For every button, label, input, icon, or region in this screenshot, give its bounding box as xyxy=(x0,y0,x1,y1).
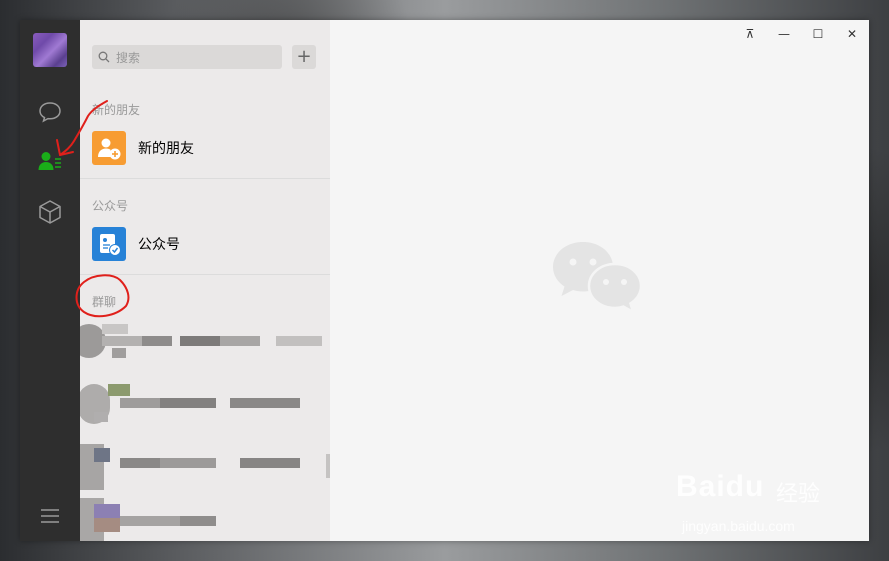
avatar[interactable] xyxy=(33,33,67,67)
watermark-cn: 经验 xyxy=(776,482,821,507)
watermark-brand: Baidu xyxy=(676,470,765,503)
chat-icon[interactable] xyxy=(36,98,64,126)
watermark-url: jingyan.baidu.com xyxy=(682,518,795,534)
contacts-list-panel: 搜索 + 新的朋友 新的朋友 公众号 公众号 群聊 xyxy=(80,20,330,541)
nav-sidebar xyxy=(20,20,80,541)
wechat-logo-icon xyxy=(551,238,647,322)
favorites-icon[interactable] xyxy=(36,198,64,226)
list-item-label: 公众号 xyxy=(138,237,180,253)
maximize-button[interactable]: ☐ xyxy=(808,26,828,42)
search-placeholder: 搜索 xyxy=(116,50,141,65)
wechat-window: 搜索 + 新的朋友 新的朋友 公众号 公众号 群聊 ⊼ — ☐ ✕ xyxy=(20,20,869,541)
search-input[interactable]: 搜索 xyxy=(92,45,282,69)
close-button[interactable]: ✕ xyxy=(842,26,862,42)
add-friend-icon xyxy=(92,131,126,165)
divider xyxy=(80,274,330,275)
list-item-group[interactable] xyxy=(80,498,330,541)
baidu-jingyan-watermark: Baidu 经验 jingyan.baidu.com xyxy=(676,470,846,542)
list-item-new-friends[interactable]: 新的朋友 xyxy=(80,116,330,180)
contacts-icon[interactable] xyxy=(36,147,64,175)
list-item-group[interactable] xyxy=(80,440,330,496)
list-item-group[interactable] xyxy=(80,380,330,436)
list-item-label: 新的朋友 xyxy=(138,141,194,157)
list-item-official-accounts[interactable]: 公众号 xyxy=(80,212,330,276)
list-item-group[interactable] xyxy=(80,318,330,374)
pin-button[interactable]: ⊼ xyxy=(740,26,760,42)
minimize-button[interactable]: — xyxy=(774,26,794,42)
divider xyxy=(80,178,330,179)
search-icon xyxy=(98,50,112,64)
section-header-group-chats: 群聊 xyxy=(92,295,117,309)
menu-icon[interactable] xyxy=(36,502,64,530)
add-button[interactable]: + xyxy=(292,45,316,69)
official-account-icon xyxy=(92,227,126,261)
chat-main-area: ⊼ — ☐ ✕ xyxy=(330,20,869,541)
